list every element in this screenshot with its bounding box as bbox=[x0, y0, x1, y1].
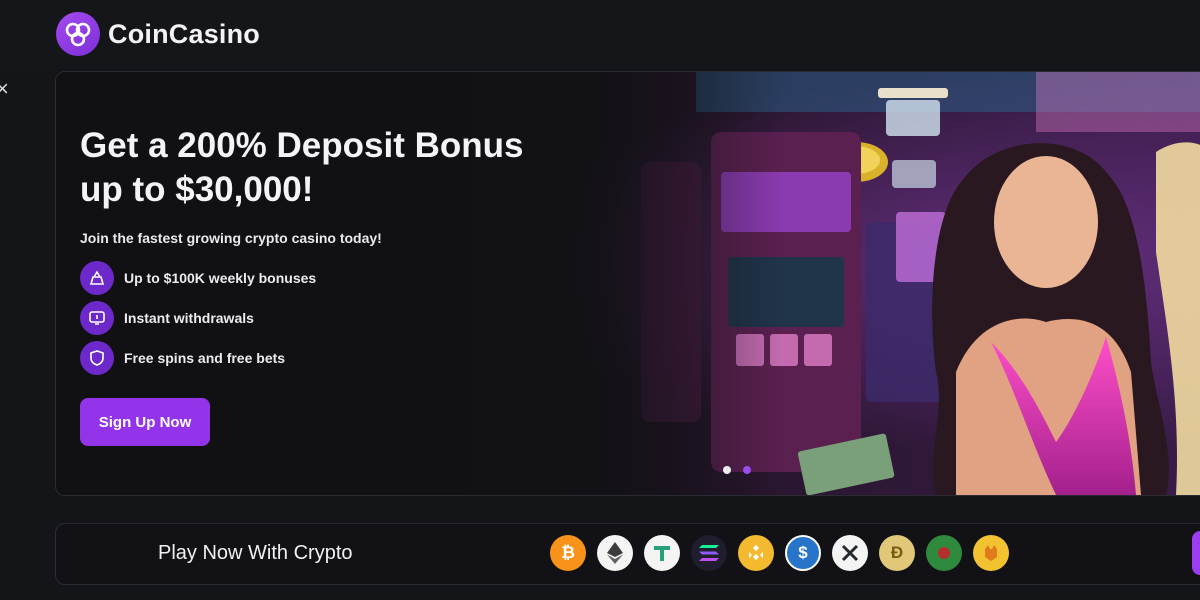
headline-bonus-text: 200% Deposit Bonus bbox=[177, 126, 524, 165]
feature-item: Up to $100K weekly bonuses bbox=[80, 258, 640, 298]
carousel-dots bbox=[723, 466, 751, 474]
feature-label: Up to $100K weekly bonuses bbox=[124, 270, 317, 286]
bonus-icon bbox=[80, 261, 114, 295]
carousel-dot[interactable] bbox=[743, 466, 751, 474]
shield-icon bbox=[80, 341, 114, 375]
crypto-bar-title: Play Now With Crypto bbox=[158, 542, 353, 564]
top-navbar: CoinCasino bbox=[0, 0, 1200, 70]
hero-headline: Get a 200% Deposit Bonus up to $30,000! bbox=[80, 124, 640, 212]
hero-banner: Get a 200% Deposit Bonus up to $30,000! … bbox=[55, 71, 1200, 496]
sign-up-button[interactable]: Sign Up Now bbox=[80, 398, 210, 446]
dogecoin-icon: Ð bbox=[879, 535, 915, 571]
bnb-icon bbox=[738, 535, 774, 571]
pepe-coin-icon bbox=[926, 535, 962, 571]
feature-item: Instant withdrawals bbox=[80, 298, 640, 338]
close-icon[interactable]: × bbox=[0, 76, 9, 102]
headline-amount-text: $30,000! bbox=[175, 170, 314, 209]
hero-copy: Get a 200% Deposit Bonus up to $30,000! … bbox=[80, 124, 640, 446]
crypto-bar: Play Now With Crypto ₿ $ Ð bbox=[55, 523, 1200, 585]
coincasino-logo-icon bbox=[56, 12, 100, 56]
carousel-dot-active[interactable] bbox=[723, 466, 731, 474]
tether-icon bbox=[644, 535, 680, 571]
withdraw-icon bbox=[80, 301, 114, 335]
feature-item: Free spins and free bets bbox=[80, 338, 640, 378]
brand-logo[interactable]: CoinCasino bbox=[56, 12, 260, 56]
feature-label: Instant withdrawals bbox=[124, 310, 254, 326]
usdc-icon: $ bbox=[785, 535, 821, 571]
solana-icon bbox=[691, 535, 727, 571]
feature-list: Up to $100K weekly bonuses Instant withd… bbox=[80, 258, 640, 378]
ethereum-icon bbox=[597, 535, 633, 571]
play-now-button-partial[interactable] bbox=[1192, 531, 1200, 575]
headline-text: Get a bbox=[80, 126, 178, 165]
headline-line2-text: up to bbox=[80, 170, 176, 209]
bitcoin-icon: ₿ bbox=[550, 535, 586, 571]
xrp-icon bbox=[832, 535, 868, 571]
hero-tagline: Join the fastest growing crypto casino t… bbox=[80, 230, 382, 246]
shiba-inu-icon bbox=[973, 535, 1009, 571]
crypto-coin-list: ₿ $ Ð bbox=[550, 535, 1009, 571]
feature-label: Free spins and free bets bbox=[124, 350, 286, 366]
brand-name: CoinCasino bbox=[108, 18, 261, 49]
